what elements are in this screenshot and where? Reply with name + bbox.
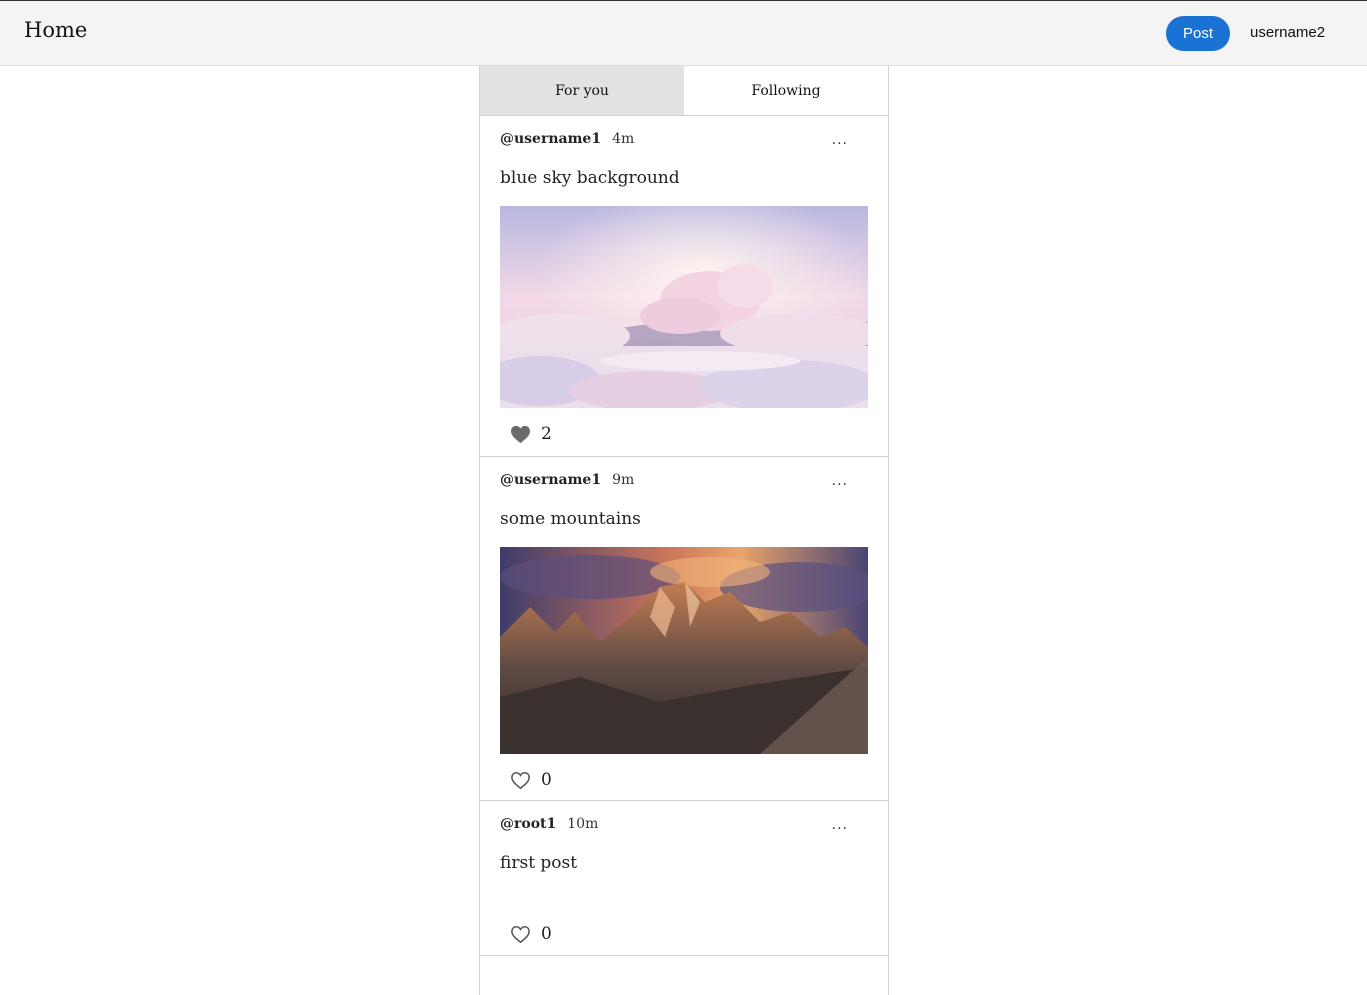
pink-cloud-sky-image[interactable]: [500, 206, 868, 408]
post-card: @username1 9m ... some mountains 0: [480, 457, 888, 801]
heart-outline-icon[interactable]: [510, 925, 531, 944]
more-options-button[interactable]: ...: [832, 132, 848, 148]
post-text: some mountains: [500, 509, 641, 529]
feed: For you Following @username1 4m ... blue…: [479, 66, 889, 995]
like-count: 0: [541, 770, 552, 790]
user-menu[interactable]: username2: [1250, 24, 1325, 41]
post-time: 9m: [612, 472, 635, 488]
post-time: 10m: [567, 816, 599, 832]
post-button[interactable]: Post: [1166, 16, 1230, 51]
post-header: @username1 4m: [500, 131, 634, 147]
sunset-mountains-image[interactable]: [500, 547, 868, 754]
post-header: @root1 10m: [500, 816, 598, 832]
post-card: @root1 10m ... first post 0: [480, 801, 888, 956]
post-author[interactable]: @root1: [500, 816, 556, 832]
page-title[interactable]: Home: [24, 18, 87, 42]
post-text: first post: [500, 853, 578, 873]
tab-following[interactable]: Following: [684, 66, 888, 115]
post-card: @username1 4m ... blue sky background 2: [480, 116, 888, 457]
feed-tabs: For you Following: [480, 66, 888, 116]
like-row: 0: [510, 770, 552, 790]
like-count: 0: [541, 924, 552, 944]
post-author[interactable]: @username1: [500, 472, 601, 488]
like-row: 0: [510, 924, 552, 944]
more-options-button[interactable]: ...: [832, 817, 848, 833]
more-options-button[interactable]: ...: [832, 473, 848, 489]
like-count: 2: [541, 424, 552, 444]
heart-outline-icon[interactable]: [510, 771, 531, 790]
tab-for-you[interactable]: For you: [480, 66, 684, 115]
post-time: 4m: [612, 131, 635, 147]
top-bar: Home Post username2: [0, 0, 1367, 66]
post-text: blue sky background: [500, 168, 680, 188]
like-row: 2: [510, 424, 552, 444]
post-header: @username1 9m: [500, 472, 634, 488]
post-author[interactable]: @username1: [500, 131, 601, 147]
heart-filled-icon[interactable]: [510, 425, 531, 444]
